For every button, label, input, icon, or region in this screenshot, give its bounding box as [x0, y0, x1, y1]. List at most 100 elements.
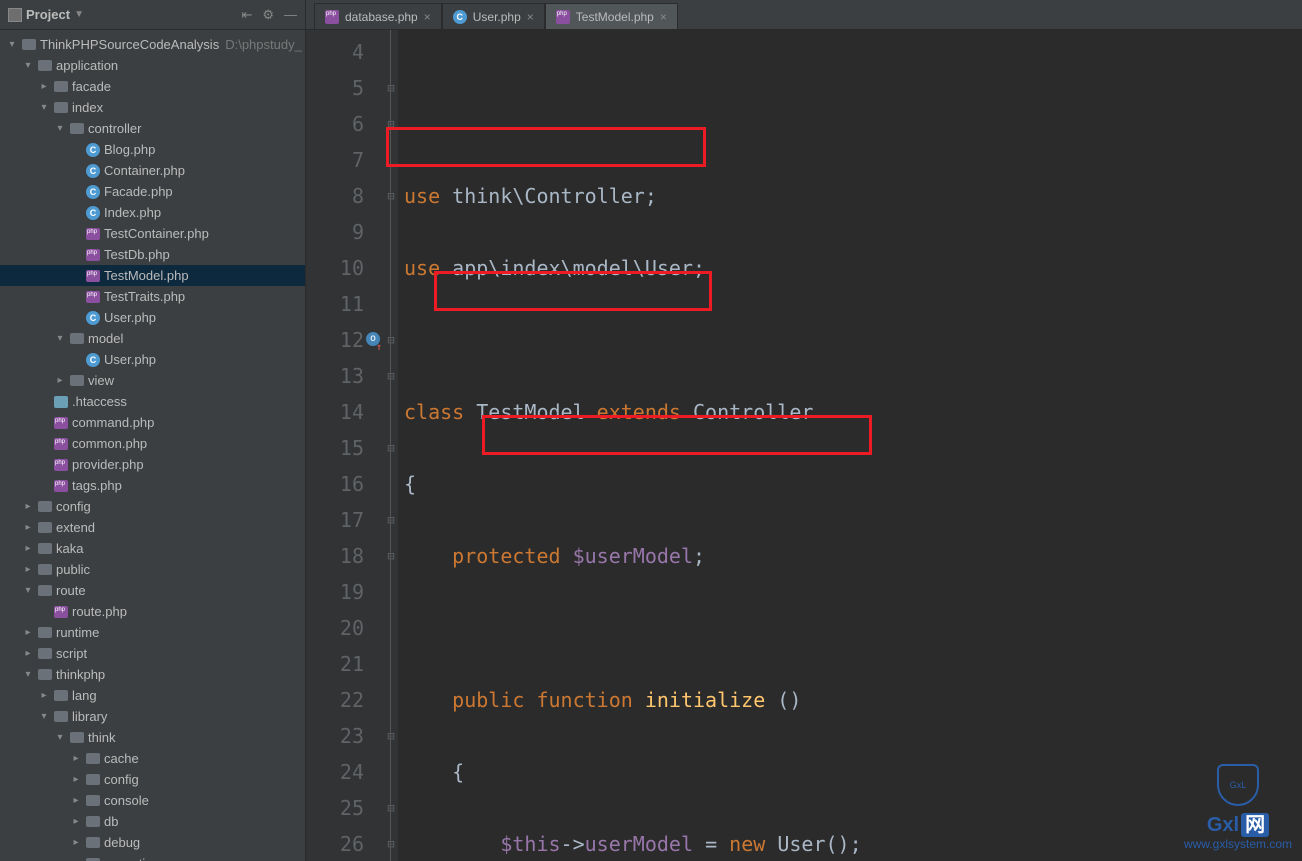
tree-item-config[interactable]: ▸config — [0, 769, 305, 790]
tree-item-blog-php[interactable]: ▸CBlog.php — [0, 139, 305, 160]
tree-item-lang[interactable]: ▸lang — [0, 685, 305, 706]
fold-marker[interactable]: ⊟ — [384, 70, 398, 106]
tree-item-facade[interactable]: ▸facade — [0, 76, 305, 97]
class-name: Controller — [693, 400, 813, 424]
tree-item-application[interactable]: ▾application — [0, 55, 305, 76]
tree-item-view[interactable]: ▸view — [0, 370, 305, 391]
tree-item-controller[interactable]: ▾controller — [0, 118, 305, 139]
tree-item-route[interactable]: ▾route — [0, 580, 305, 601]
tree-arrow-icon[interactable]: ▸ — [54, 375, 66, 386]
fold-column[interactable]: ⊟⊟⊟⊟⊟⊟⊟⊟⊟⊟⊟ — [384, 30, 398, 861]
tree-arrow-icon[interactable]: ▾ — [54, 732, 66, 743]
tree-item-command-php[interactable]: ▸command.php — [0, 412, 305, 433]
tree-item-testcontainer-php[interactable]: ▸TestContainer.php — [0, 223, 305, 244]
tree-item-library[interactable]: ▾library — [0, 706, 305, 727]
sidebar-title-text: Project — [26, 7, 70, 22]
fold-marker[interactable]: ⊟ — [384, 178, 398, 214]
tree-item-think[interactable]: ▾think — [0, 727, 305, 748]
tree-item-config[interactable]: ▸config — [0, 496, 305, 517]
tree-arrow-icon[interactable]: ▸ — [22, 543, 34, 554]
tree-item-common-php[interactable]: ▸common.php — [0, 433, 305, 454]
tree-item-testdb-php[interactable]: ▸TestDb.php — [0, 244, 305, 265]
tree-item-debug[interactable]: ▸debug — [0, 832, 305, 853]
tree-arrow-icon[interactable]: ▾ — [38, 102, 50, 113]
tree-arrow-icon[interactable]: ▾ — [54, 123, 66, 134]
tree-item-model[interactable]: ▾model — [0, 328, 305, 349]
tree-arrow-icon[interactable]: ▸ — [70, 837, 82, 848]
fold-marker[interactable]: ⊟ — [384, 358, 398, 394]
tree-item-thinkphpsourcecodeanalysis[interactable]: ▾ThinkPHPSourceCodeAnalysisD:\phpstudy_ — [0, 34, 305, 55]
collapse-icon[interactable]: ⇤ — [241, 7, 252, 23]
tree-label: console — [104, 793, 149, 808]
tree-arrow-icon[interactable]: ▸ — [70, 774, 82, 785]
tree-item-testtraits-php[interactable]: ▸TestTraits.php — [0, 286, 305, 307]
code-content[interactable]: use think\Controller; use app\index\mode… — [398, 30, 1302, 861]
fold-marker[interactable]: ⊟ — [384, 430, 398, 466]
editor-tab-user-php[interactable]: CUser.php× — [442, 3, 545, 29]
editor-tab-testmodel-php[interactable]: TestModel.php× — [545, 3, 678, 29]
tree-item-user-php[interactable]: ▸CUser.php — [0, 307, 305, 328]
project-tree[interactable]: ▾ThinkPHPSourceCodeAnalysisD:\phpstudy_▾… — [0, 30, 305, 861]
php-c-icon: C — [86, 185, 100, 199]
tree-item-cache[interactable]: ▸cache — [0, 748, 305, 769]
line-number: 16 — [306, 466, 364, 502]
close-icon[interactable]: × — [527, 10, 534, 24]
tree-item-user-php[interactable]: ▸CUser.php — [0, 349, 305, 370]
tree-arrow-icon[interactable]: ▾ — [22, 60, 34, 71]
tree-item--htaccess[interactable]: ▸.htaccess — [0, 391, 305, 412]
tree-arrow-icon[interactable]: ▾ — [22, 585, 34, 596]
tree-item-runtime[interactable]: ▸runtime — [0, 622, 305, 643]
tree-item-testmodel-php[interactable]: ▸TestModel.php — [0, 265, 305, 286]
editor-tabs: database.php×CUser.php×TestModel.php× — [306, 0, 1302, 30]
php-f-icon — [86, 291, 100, 303]
tree-arrow-icon[interactable]: ▸ — [22, 522, 34, 533]
fold-marker[interactable]: ⊟ — [384, 538, 398, 574]
tree-item-facade-php[interactable]: ▸CFacade.php — [0, 181, 305, 202]
tree-arrow-icon[interactable]: ▸ — [70, 816, 82, 827]
tree-arrow-icon[interactable]: ▸ — [22, 648, 34, 659]
tree-arrow-icon[interactable]: ▾ — [22, 669, 34, 680]
variable: $userModel — [573, 544, 693, 568]
editor-tab-database-php[interactable]: database.php× — [314, 3, 442, 29]
fold-marker[interactable]: ⊟ — [384, 322, 398, 358]
tree-item-exception[interactable]: ▸exception — [0, 853, 305, 861]
tree-arrow-icon[interactable]: ▸ — [22, 501, 34, 512]
fold-marker[interactable]: ⊟ — [384, 106, 398, 142]
hide-icon[interactable]: — — [284, 7, 297, 23]
override-icon[interactable]: o — [366, 332, 380, 346]
tree-arrow-icon[interactable]: ▾ — [54, 333, 66, 344]
tree-item-container-php[interactable]: ▸CContainer.php — [0, 160, 305, 181]
tree-item-index-php[interactable]: ▸CIndex.php — [0, 202, 305, 223]
fold-marker[interactable]: ⊟ — [384, 502, 398, 538]
line-number: 21 — [306, 646, 364, 682]
tree-item-script[interactable]: ▸script — [0, 643, 305, 664]
tree-item-db[interactable]: ▸db — [0, 811, 305, 832]
tree-item-kaka[interactable]: ▸kaka — [0, 538, 305, 559]
tree-arrow-icon[interactable]: ▸ — [38, 81, 50, 92]
tree-label: Index.php — [104, 205, 161, 220]
tree-item-route-php[interactable]: ▸route.php — [0, 601, 305, 622]
tree-arrow-icon[interactable]: ▸ — [70, 753, 82, 764]
code-editor[interactable]: 456789101112o131415161718192021222324252… — [306, 30, 1302, 861]
tree-arrow-icon[interactable]: ▸ — [22, 564, 34, 575]
tree-arrow-icon[interactable]: ▾ — [38, 711, 50, 722]
fold-marker[interactable]: ⊟ — [384, 790, 398, 826]
php-f-icon — [325, 10, 339, 24]
tree-arrow-icon[interactable]: ▸ — [22, 627, 34, 638]
tree-arrow-icon[interactable]: ▾ — [6, 39, 18, 50]
tree-item-tags-php[interactable]: ▸tags.php — [0, 475, 305, 496]
tree-item-thinkphp[interactable]: ▾thinkphp — [0, 664, 305, 685]
tree-item-extend[interactable]: ▸extend — [0, 517, 305, 538]
tree-item-index[interactable]: ▾index — [0, 97, 305, 118]
gear-icon[interactable]: ⚙ — [262, 7, 274, 23]
tree-arrow-icon[interactable]: ▸ — [70, 795, 82, 806]
tree-item-provider-php[interactable]: ▸provider.php — [0, 454, 305, 475]
project-tool-title[interactable]: Project ▼ — [8, 7, 84, 22]
tree-arrow-icon[interactable]: ▸ — [38, 690, 50, 701]
fold-marker[interactable]: ⊟ — [384, 826, 398, 861]
tree-item-console[interactable]: ▸ console — [0, 790, 305, 811]
tree-item-public[interactable]: ▸public — [0, 559, 305, 580]
fold-marker[interactable]: ⊟ — [384, 718, 398, 754]
close-icon[interactable]: × — [424, 10, 431, 24]
close-icon[interactable]: × — [660, 10, 667, 24]
